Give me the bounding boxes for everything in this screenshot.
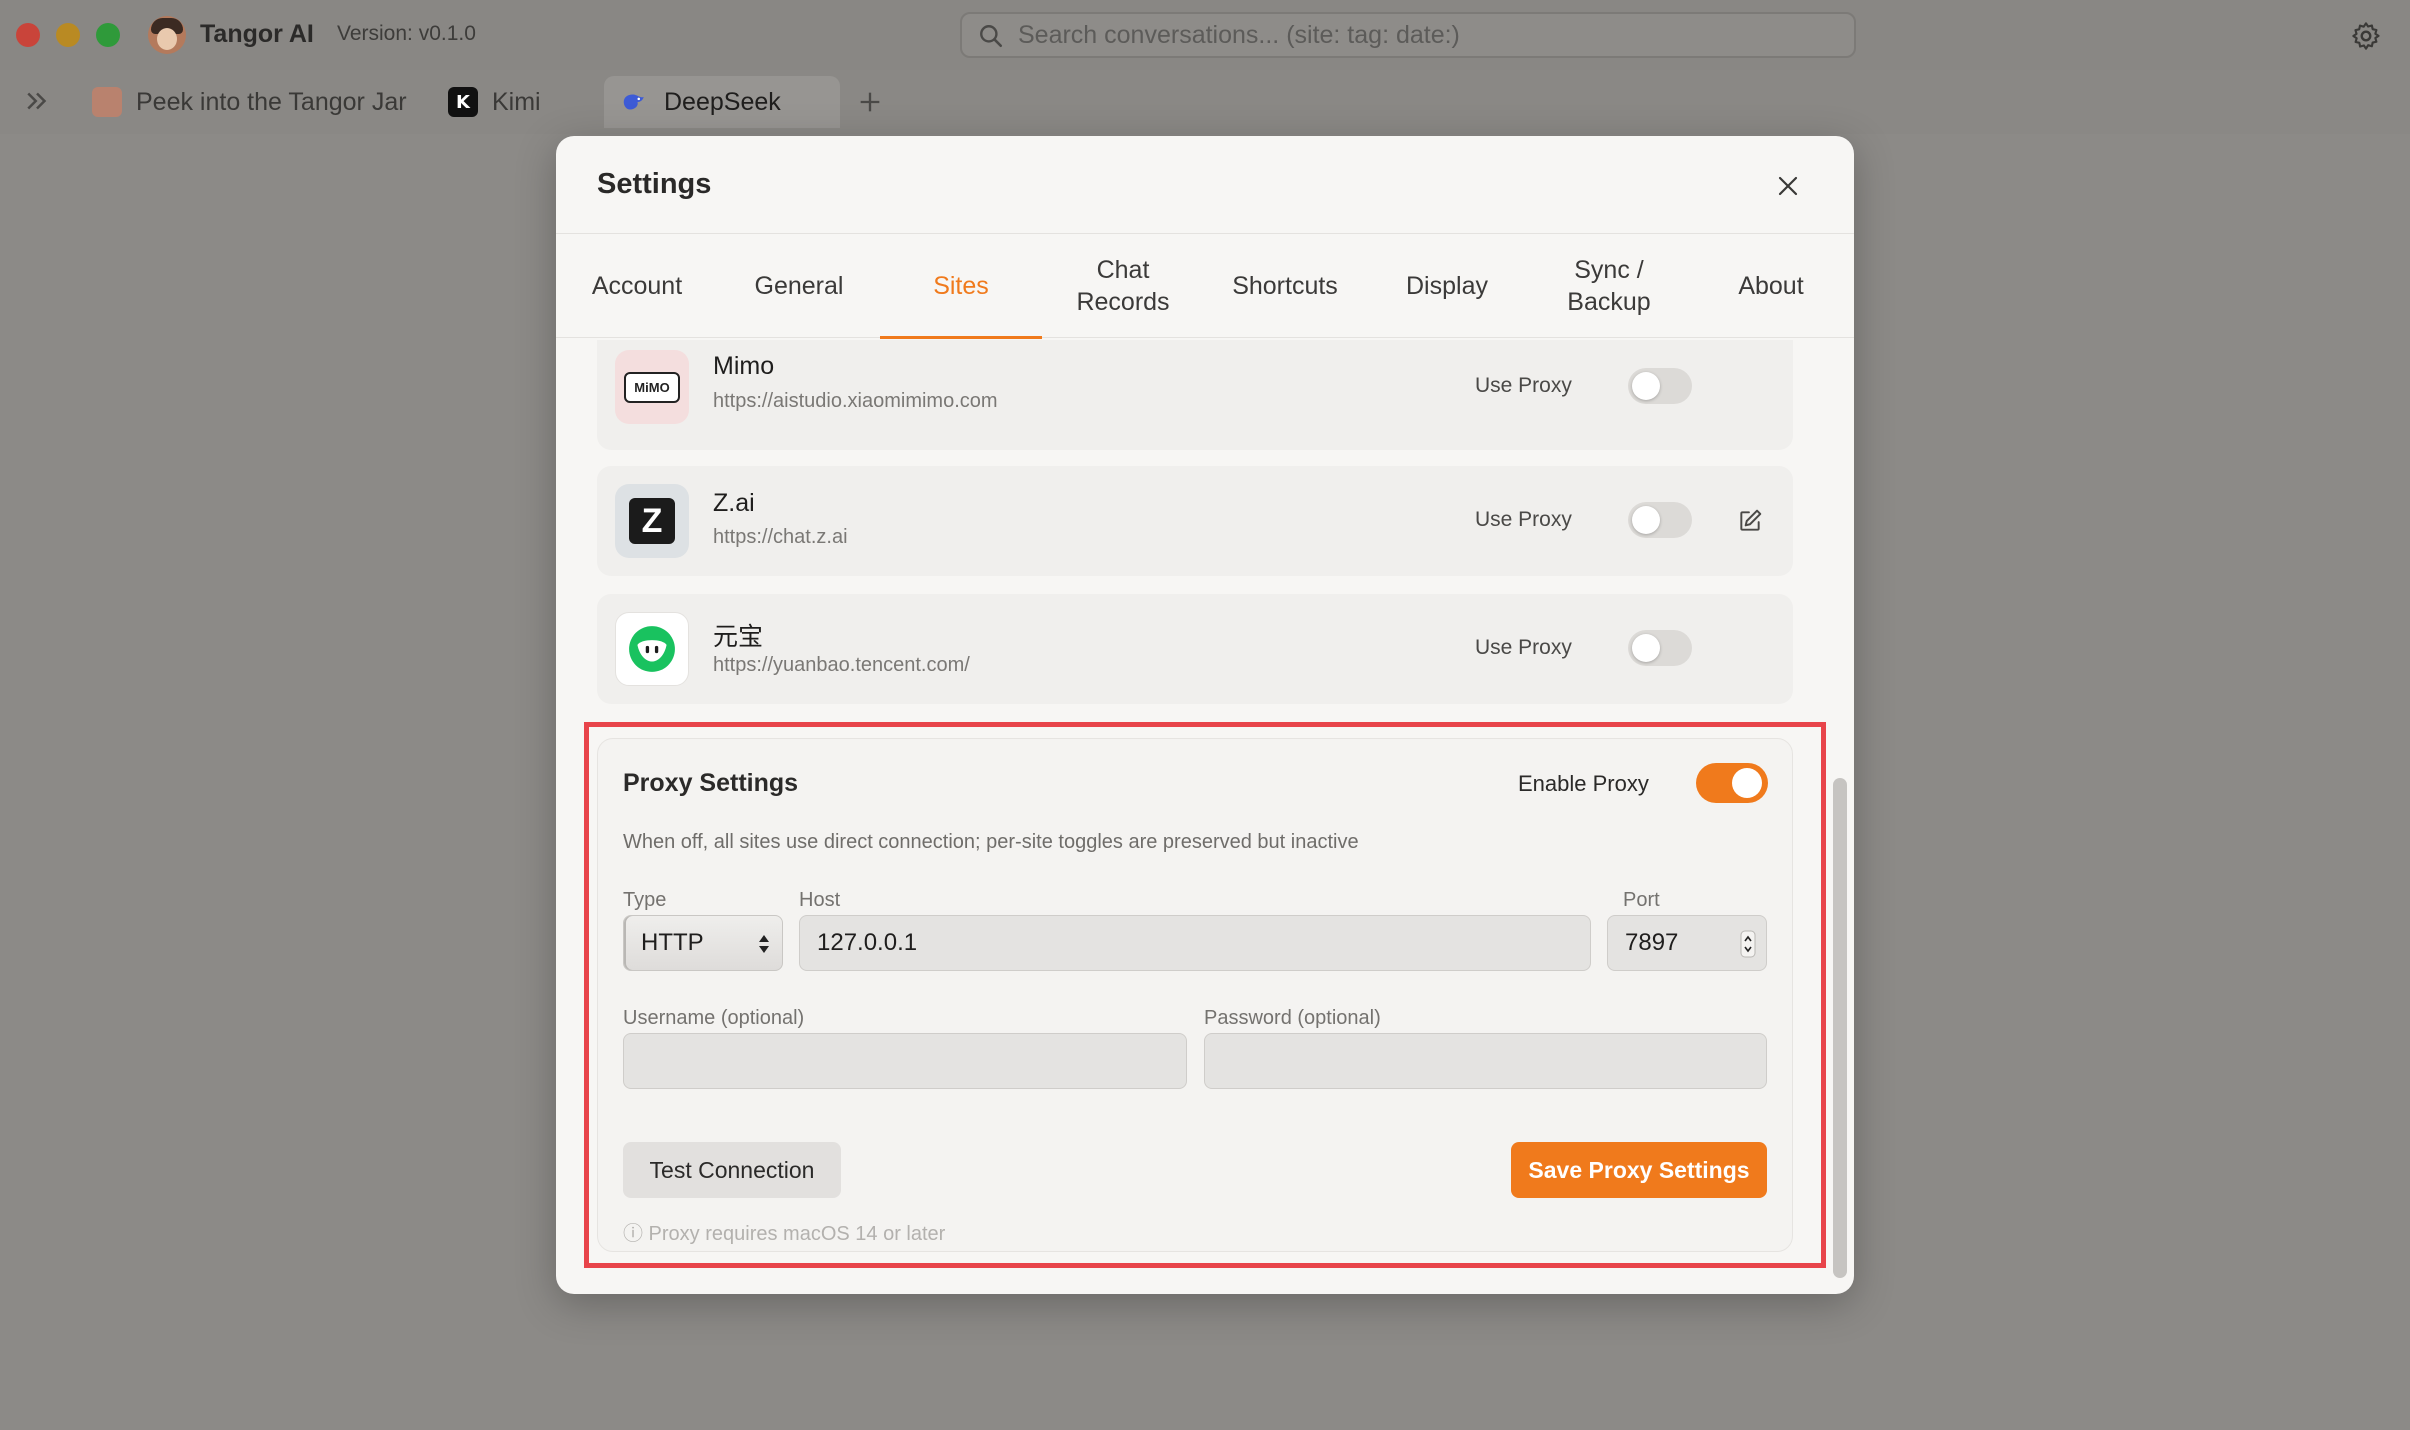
zai-logo-text: Z: [629, 498, 675, 544]
site-url: https://aistudio.xiaomimimo.com: [713, 390, 998, 412]
edit-icon[interactable]: [1737, 508, 1763, 534]
search-placeholder: Search conversations... (site: tag: date…: [1018, 20, 1460, 49]
tab-sites[interactable]: Sites: [880, 234, 1042, 339]
tab-about[interactable]: About: [1690, 234, 1852, 338]
use-proxy-toggle-yuanbao[interactable]: [1628, 630, 1692, 666]
use-proxy-toggle-mimo[interactable]: [1628, 368, 1692, 404]
scrollbar-thumb[interactable]: [1833, 778, 1847, 1278]
site-name: 元宝: [713, 623, 764, 651]
tab-account[interactable]: Account: [556, 234, 718, 338]
tab-general[interactable]: General: [718, 234, 880, 338]
site-url: https://yuanbao.tencent.com/: [713, 654, 970, 676]
search-input[interactable]: Search conversations... (site: tag: date…: [960, 12, 1856, 58]
tab-deepseek[interactable]: DeepSeek: [604, 76, 840, 128]
tab-label: DeepSeek: [664, 87, 781, 116]
tab-label: Peek into the Tangor Jar: [136, 87, 407, 116]
tab-label: Kimi: [492, 87, 541, 116]
tab-bar: Peek into the Tangor Jar K Kimi DeepSeek: [0, 70, 2410, 134]
highlight-frame: [584, 722, 1826, 1268]
window-minimize-button[interactable]: [56, 23, 80, 47]
site-url: https://chat.z.ai: [713, 526, 848, 548]
kimi-logo-icon: K: [448, 87, 478, 117]
site-row-yuanbao: 元宝 https://yuanbao.tencent.com/ Use Prox…: [597, 594, 1793, 704]
expand-sidebar-icon[interactable]: [22, 86, 52, 116]
settings-tabs: Account General Sites Chat Records Short…: [556, 234, 1854, 339]
app-name: Tangor AI: [200, 20, 314, 48]
window-maximize-button[interactable]: [96, 23, 120, 47]
tab-chat-records[interactable]: Chat Records: [1042, 234, 1204, 338]
gear-icon[interactable]: [2350, 20, 2382, 52]
zai-logo-icon: Z: [615, 484, 689, 558]
window-close-button[interactable]: [16, 23, 40, 47]
app-version: Version: v0.1.0: [337, 22, 476, 45]
tab-kimi[interactable]: K Kimi: [448, 76, 541, 128]
use-proxy-label: Use Proxy: [1475, 508, 1572, 531]
modal-title: Settings: [597, 168, 712, 200]
mimo-logo-text: MiMO: [624, 371, 680, 403]
tab-shortcuts[interactable]: Shortcuts: [1204, 234, 1366, 338]
modal-header: Settings: [556, 136, 1854, 234]
tab-tangor-jar[interactable]: Peek into the Tangor Jar: [92, 76, 407, 128]
site-name: Z.ai: [713, 489, 755, 517]
title-bar: Tangor AI Version: v0.1.0 Search convers…: [0, 0, 2410, 70]
use-proxy-toggle-zai[interactable]: [1628, 502, 1692, 538]
tab-sync-backup[interactable]: Sync / Backup: [1528, 234, 1690, 338]
settings-modal: Settings Account General Sites Chat Reco…: [556, 136, 1854, 1294]
tangor-logo-icon: [92, 87, 122, 117]
add-tab-icon[interactable]: [856, 88, 884, 116]
site-row-mimo: MiMO Mimo https://aistudio.xiaomimimo.co…: [597, 340, 1793, 450]
search-icon: [980, 25, 1003, 48]
close-icon[interactable]: [1776, 174, 1800, 198]
site-row-zai: Z Z.ai https://chat.z.ai Use Proxy: [597, 466, 1793, 576]
use-proxy-label: Use Proxy: [1475, 374, 1572, 397]
app-logo-icon: [148, 16, 186, 54]
mimo-logo-icon: MiMO: [615, 350, 689, 424]
tab-display[interactable]: Display: [1366, 234, 1528, 338]
site-name: Mimo: [713, 352, 775, 380]
yuanbao-logo-icon: [615, 612, 689, 686]
deepseek-logo-icon: [620, 87, 650, 117]
use-proxy-label: Use Proxy: [1475, 636, 1572, 659]
